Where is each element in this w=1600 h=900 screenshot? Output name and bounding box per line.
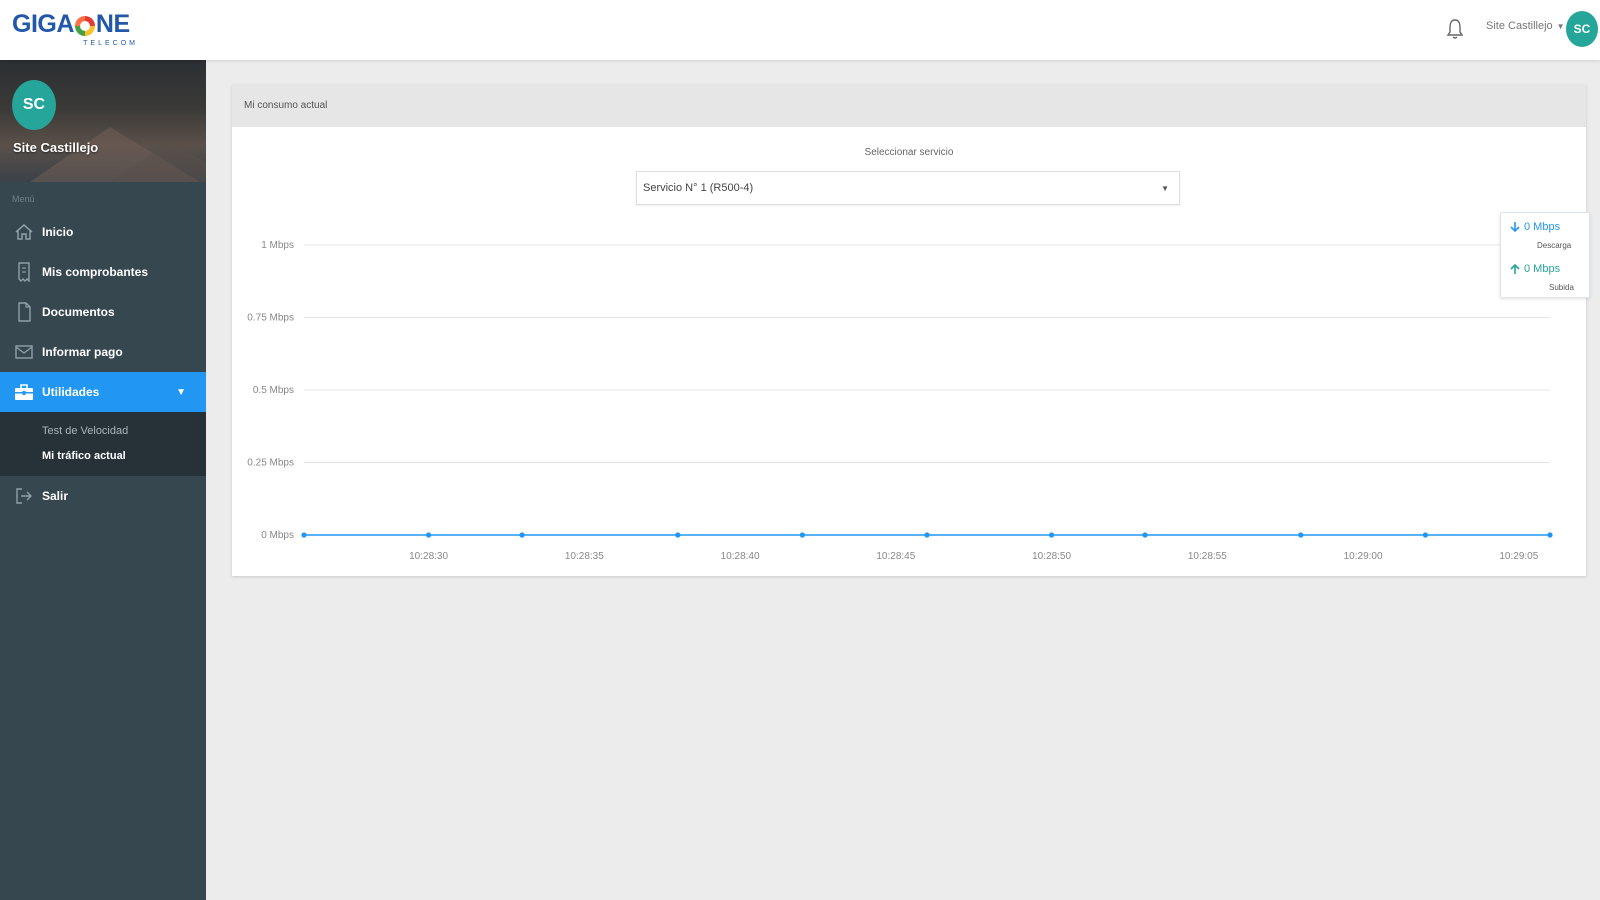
logo-text-left: GIGA	[12, 10, 74, 38]
x-tick-label: 10:28:50	[1032, 551, 1071, 562]
data-point	[1547, 532, 1553, 538]
logo-text-right: NE	[95, 10, 130, 38]
caret-down-icon: ▼	[176, 386, 186, 398]
profile-banner: SC Site Castillejo	[0, 60, 206, 182]
legend-download-label: Descarga	[1537, 241, 1572, 250]
arrow-down-icon	[1510, 222, 1520, 233]
envelope-icon	[15, 345, 33, 359]
data-point	[301, 532, 307, 538]
document-icon	[18, 302, 31, 322]
y-tick-label: 0.75 Mbps	[247, 313, 294, 324]
sidebar-item-inicio[interactable]: Inicio	[0, 212, 206, 252]
data-point	[1049, 532, 1055, 538]
data-point	[675, 532, 681, 538]
receipt-icon	[18, 262, 30, 282]
top-avatar[interactable]: SC	[1566, 11, 1598, 47]
sidebar-item-informar-pago[interactable]: Informar pago	[0, 332, 206, 372]
sidebar-item-label: Inicio	[42, 225, 74, 239]
y-tick-label: 0.5 Mbps	[253, 385, 294, 396]
arrow-up-icon	[1510, 263, 1520, 274]
x-tick-label: 10:28:55	[1188, 551, 1227, 562]
data-point	[924, 532, 930, 538]
sidebar: SC Site Castillejo Menú Inicio Mis compr…	[0, 60, 206, 900]
logo-subtitle: TELECOM	[83, 40, 138, 47]
submenu-item-test-velocidad[interactable]: Test de Velocidad	[0, 418, 206, 443]
sidebar-item-label: Salir	[42, 489, 69, 503]
legend-download-value: 0 Mbps	[1524, 221, 1561, 233]
data-point	[426, 532, 432, 538]
submenu-item-trafico-actual[interactable]: Mi tráfico actual	[0, 443, 206, 468]
sidebar-item-label: Mis comprobantes	[42, 265, 149, 279]
sidebar-item-label: Informar pago	[42, 345, 123, 359]
utilidades-submenu: Test de Velocidad Mi tráfico actual	[0, 412, 206, 476]
home-icon	[15, 224, 33, 240]
sidebar-item-documentos[interactable]: Documentos	[0, 292, 206, 332]
bell-icon[interactable]	[1446, 18, 1464, 40]
profile-name: Site Castillejo	[13, 140, 99, 155]
legend-upload-value: 0 Mbps	[1524, 263, 1561, 275]
menu-header: Menú	[12, 194, 35, 204]
profile-avatar: SC	[12, 80, 56, 130]
caret-down-icon: ▼	[1556, 21, 1565, 31]
legend-upload-label: Subida	[1549, 283, 1574, 292]
y-tick-label: 0.25 Mbps	[247, 458, 294, 469]
x-tick-label: 10:28:40	[721, 551, 760, 562]
legend-download: 0 Mbps	[1509, 221, 1560, 233]
data-point	[1422, 532, 1428, 538]
x-tick-label: 10:28:45	[876, 551, 915, 562]
top-bar: GIGA NE TELECOM Site Castillejo ▼ SC	[0, 0, 1600, 60]
logo-o-icon	[74, 15, 95, 36]
y-tick-label: 1 Mbps	[261, 240, 294, 251]
data-point	[799, 532, 806, 538]
sidebar-item-utilidades[interactable]: Utilidades ▼	[0, 372, 206, 412]
traffic-chart: 1 Mbps 0.75 Mbps 0.5 Mbps 0.25 Mbps 0 Mbps 10…	[247, 240, 1553, 562]
legend-upload: 0 Mbps	[1509, 263, 1560, 275]
gigaone-logo[interactable]: GIGA NE TELECOM	[12, 10, 142, 52]
x-tick-label: 10:28:30	[409, 551, 448, 562]
data-point	[519, 532, 525, 538]
toolbox-icon	[15, 384, 33, 400]
x-tick-label: 10:29:05	[1499, 551, 1538, 562]
data-point	[1142, 532, 1148, 538]
user-menu[interactable]: Site Castillejo ▼	[1486, 20, 1565, 32]
chart-legend: 0 Mbps Descarga 0 Mbps Subida	[1500, 212, 1590, 298]
x-tick-label: 10:28:35	[565, 551, 604, 562]
sidebar-item-salir[interactable]: Salir	[0, 476, 206, 516]
user-menu-name: Site Castillejo	[1486, 20, 1553, 32]
traffic-card: Mi consumo actual Seleccionar servicio S…	[232, 85, 1590, 576]
logout-icon	[16, 488, 32, 504]
x-tick-label: 10:29:00	[1344, 551, 1383, 562]
y-tick-label: 0 Mbps	[261, 530, 294, 541]
sidebar-item-label: Documentos	[42, 305, 115, 319]
sidebar-item-label: Utilidades	[42, 385, 100, 399]
data-point	[1298, 532, 1304, 538]
sidebar-item-comprobantes[interactable]: Mis comprobantes	[0, 252, 206, 292]
